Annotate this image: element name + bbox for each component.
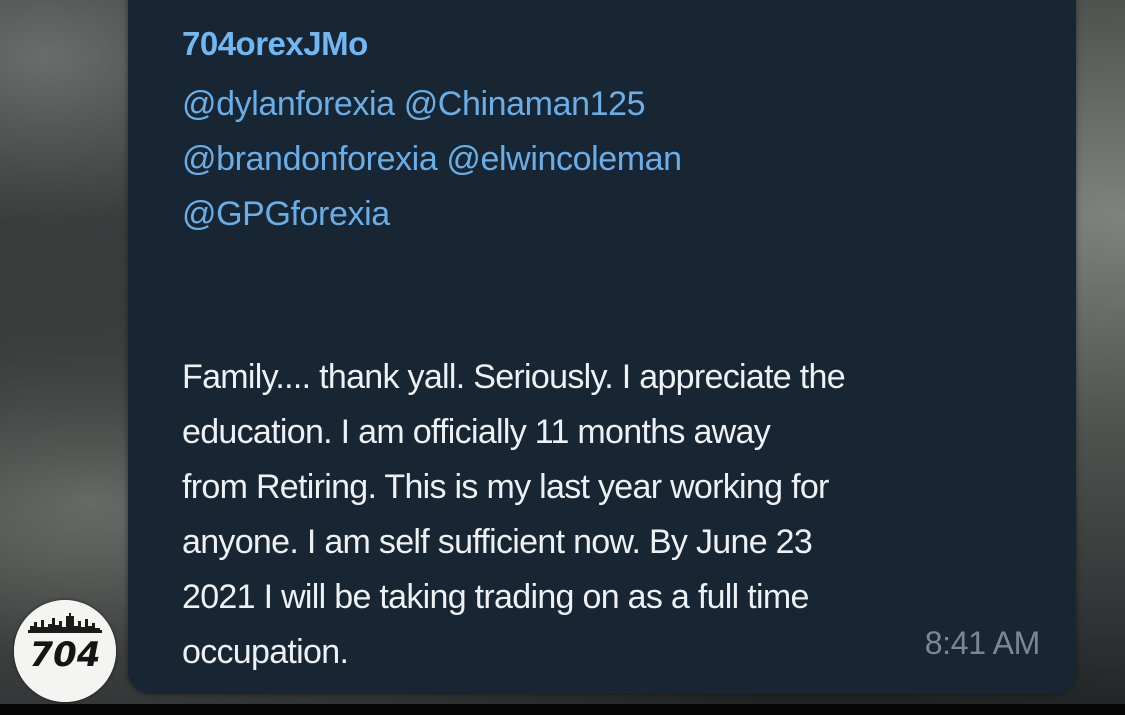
message-bubble[interactable]: 704orexJMo @dylanforexia @Chinaman125 @b… — [128, 0, 1076, 694]
skyline-logo-icon: 704 — [14, 600, 116, 702]
mention-line-3[interactable]: @GPGforexia — [182, 187, 682, 242]
mention-line-1[interactable]: @dylanforexia @Chinaman125 — [182, 77, 682, 132]
avatar-logo-text: 704 — [30, 635, 101, 675]
avatar[interactable]: 704 — [14, 600, 116, 702]
sender-name[interactable]: 704orexJMo — [182, 25, 368, 63]
chat-screen: 704orexJMo @dylanforexia @Chinaman125 @b… — [0, 0, 1125, 715]
bottom-bar — [0, 704, 1125, 715]
message-timestamp: 8:41 AM — [924, 625, 1041, 661]
mention-line-2[interactable]: @brandonforexia @elwincoleman — [182, 132, 682, 187]
mention-list: @dylanforexia @Chinaman125 @brandonforex… — [182, 77, 682, 242]
message-text: Family.... thank yall. Seriously. I appr… — [182, 358, 846, 671]
